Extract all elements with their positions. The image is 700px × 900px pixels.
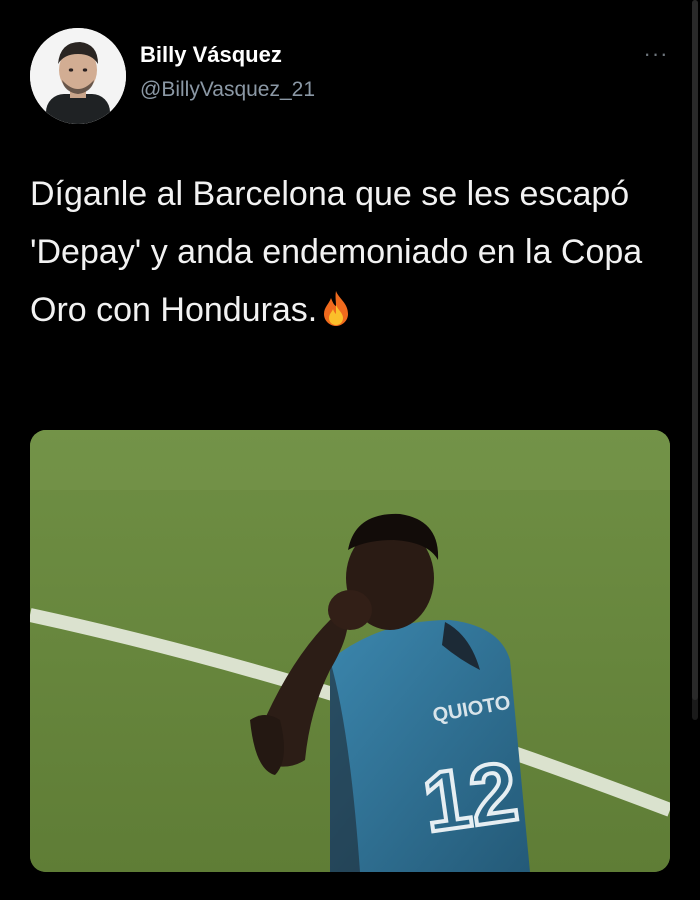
user-handle[interactable]: @BillyVasquez_21 <box>140 78 315 102</box>
soccer-player-photo: QUIOTO 12 <box>30 430 670 872</box>
more-dots-icon: ··· <box>643 41 669 66</box>
scrollbar-thumb[interactable] <box>692 0 698 700</box>
fire-icon <box>324 291 349 326</box>
tweet-card[interactable]: Billy Vásquez @BillyVasquez_21 ··· Dígan… <box>0 0 700 900</box>
tweet-media-image[interactable]: QUIOTO 12 <box>30 430 670 872</box>
tweet-text: Díganle al Barcelona que se les escapó '… <box>30 165 650 339</box>
display-name[interactable]: Billy Vásquez <box>140 42 282 68</box>
jersey-number: 12 <box>417 744 523 850</box>
more-options-button[interactable]: ··· <box>636 40 676 68</box>
avatar[interactable] <box>30 28 126 124</box>
avatar-image <box>30 28 126 124</box>
